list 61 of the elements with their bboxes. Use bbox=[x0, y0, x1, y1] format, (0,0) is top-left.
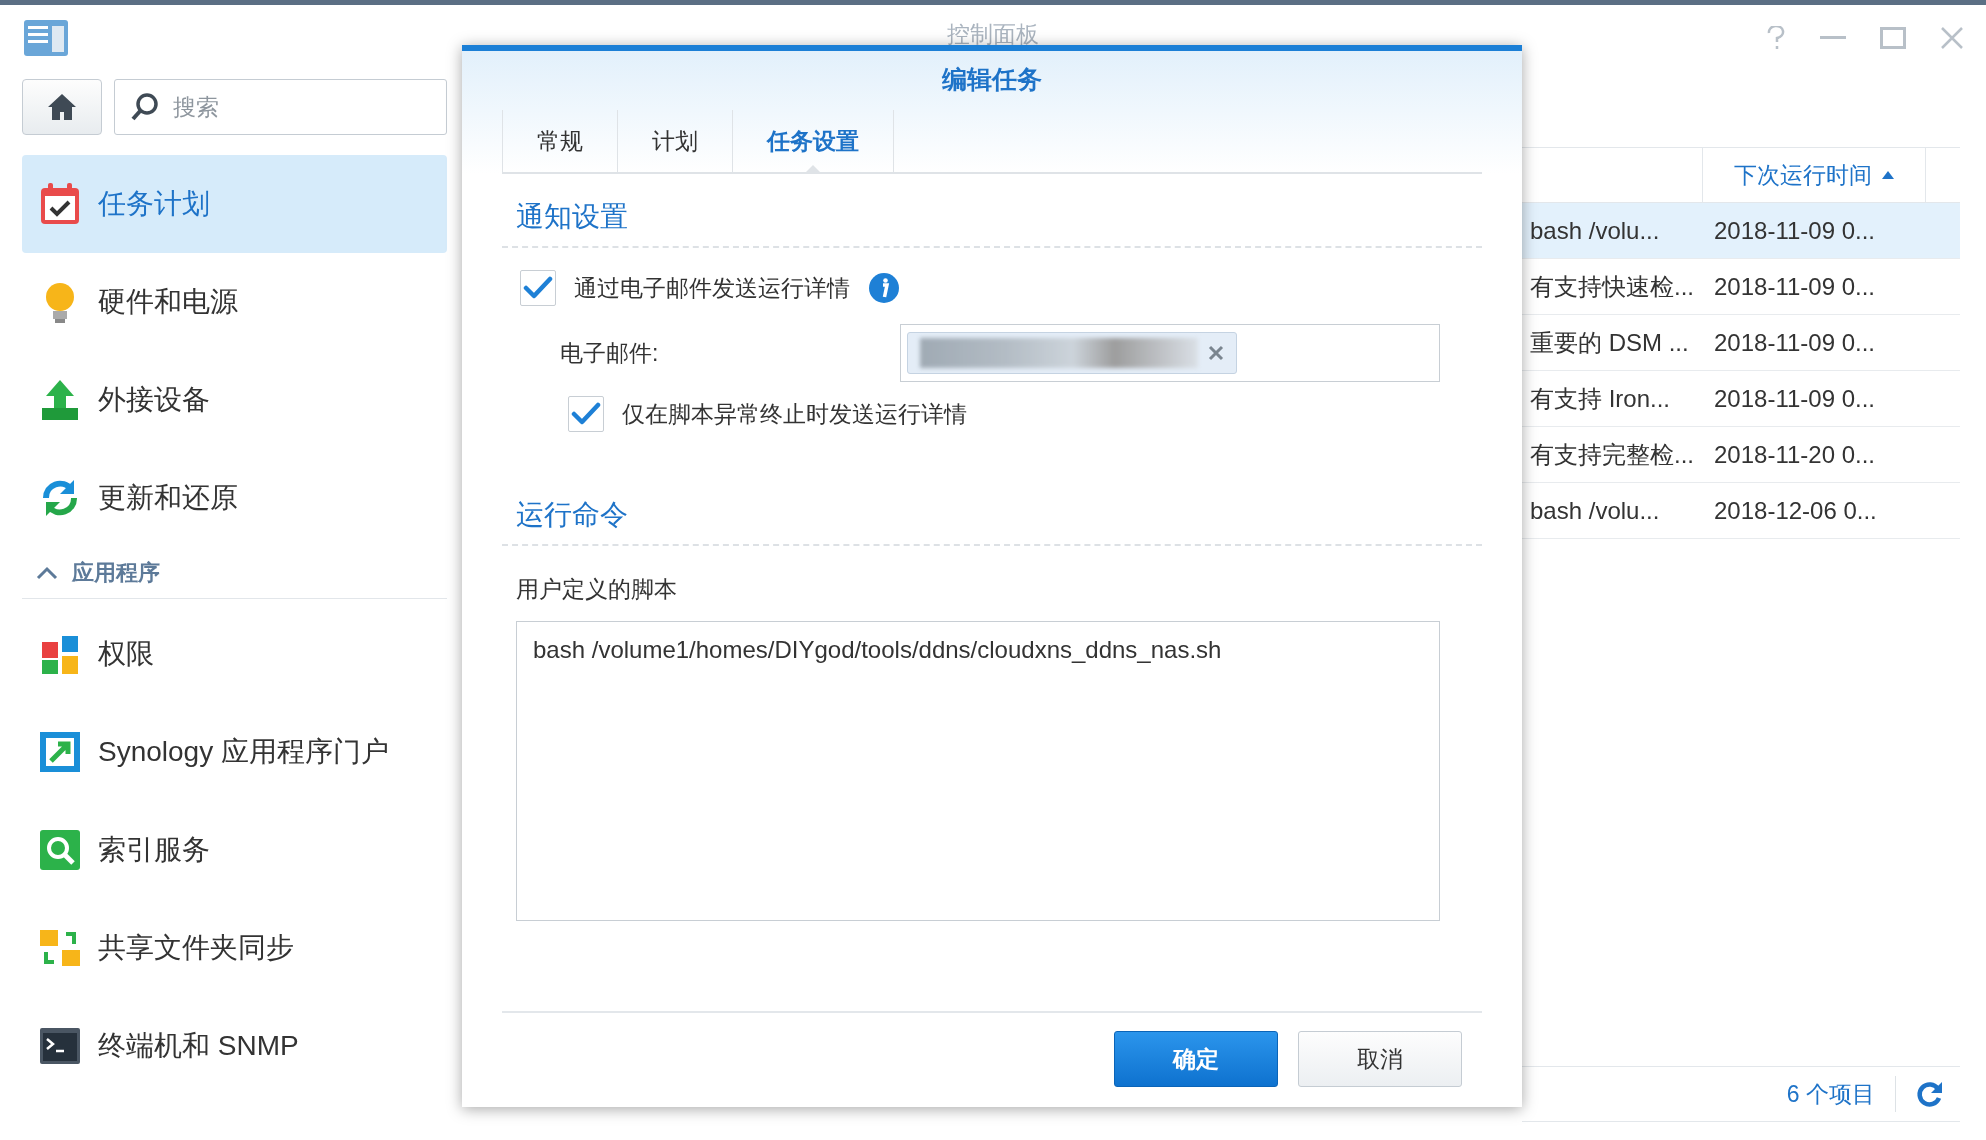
checkbox-label: 仅在脚本异常终止时发送运行详情 bbox=[622, 399, 967, 429]
table-cell-text: 2018-11-09 0... bbox=[1713, 384, 1876, 413]
close-icon[interactable] bbox=[1940, 26, 1964, 50]
home-icon bbox=[46, 92, 78, 122]
table-cell-text: 2018-11-09 0... bbox=[1713, 216, 1876, 245]
remove-icon[interactable] bbox=[1208, 345, 1224, 361]
tab[interactable]: 常规 bbox=[502, 110, 617, 172]
cancel-button[interactable]: 取消 bbox=[1298, 1031, 1462, 1087]
maximize-icon[interactable] bbox=[1880, 27, 1906, 49]
section-title: 通知设置 bbox=[502, 174, 1482, 248]
sidebar-item[interactable]: 终端机和 SNMP bbox=[22, 997, 447, 1095]
column-header[interactable]: 下次运行时间 bbox=[1702, 148, 1926, 202]
tab[interactable]: 任务设置 bbox=[732, 110, 894, 172]
email-field[interactable] bbox=[900, 324, 1440, 382]
field-label: 用户定义的脚本 bbox=[515, 575, 678, 604]
sidebar-item[interactable]: 更新和还原 bbox=[22, 449, 447, 547]
search-field[interactable]: 搜索 bbox=[114, 79, 447, 135]
sidebar-item[interactable]: 任务计划 bbox=[22, 155, 447, 253]
window-title: 控制面板 bbox=[947, 20, 1039, 49]
home-button[interactable] bbox=[22, 79, 102, 135]
checkmark-icon bbox=[523, 276, 553, 300]
email-chip[interactable] bbox=[907, 332, 1237, 374]
confirm-button[interactable]: 确定 bbox=[1114, 1031, 1278, 1087]
sidebar-item[interactable]: 硬件和电源 bbox=[22, 253, 447, 351]
checkbox[interactable] bbox=[520, 270, 556, 306]
minimize-icon[interactable] bbox=[1820, 36, 1846, 40]
table-cell-text: 2018-11-09 0... bbox=[1713, 328, 1876, 357]
sidebar-item[interactable]: 权限 bbox=[22, 605, 447, 703]
item-count: 6 个项目 bbox=[1786, 1079, 1875, 1109]
checkbox[interactable] bbox=[568, 396, 604, 432]
tab[interactable]: 计划 bbox=[617, 110, 732, 172]
calendar-check-icon bbox=[38, 182, 82, 226]
chevron-icon bbox=[36, 565, 58, 580]
refresh-icon[interactable] bbox=[1916, 1080, 1944, 1108]
app-icon bbox=[22, 18, 70, 58]
section-header[interactable]: 应用程序 bbox=[22, 547, 447, 599]
table-row[interactable]: bash /volu... 2018-11-09 0... bbox=[1522, 203, 1960, 259]
section-title: 运行命令 bbox=[502, 472, 1482, 546]
checkbox-label: 通过电子邮件发送运行详情 bbox=[574, 273, 850, 303]
sidebar-item[interactable]: 索引服务 bbox=[22, 801, 447, 899]
table-cell-text: bash /volu... bbox=[1529, 216, 1661, 245]
search-icon bbox=[130, 92, 160, 122]
app-portal-icon bbox=[38, 730, 82, 774]
table-cell-text: 2018-11-09 0... bbox=[1713, 272, 1876, 301]
table-cell-text: 有支持快速检... bbox=[1529, 271, 1695, 302]
table-cell-text: 2018-11-20 0... bbox=[1713, 440, 1876, 469]
table-cell-text: bash /volu... bbox=[1529, 496, 1661, 525]
table-cell-text: 重要的 DSM ... bbox=[1529, 327, 1690, 358]
sidebar-item[interactable]: 外接设备 bbox=[22, 351, 447, 449]
sidebar-item[interactable]: Synology 应用程序门户 bbox=[22, 703, 447, 801]
search-magnifier-icon bbox=[38, 828, 82, 872]
table-cell-text: 有支持 Iron... bbox=[1529, 383, 1672, 414]
dialog-title: 编辑任务 bbox=[942, 64, 1042, 95]
field-label: 电子邮件: bbox=[560, 338, 659, 368]
info-icon[interactable] bbox=[868, 272, 900, 304]
sidebar-item[interactable]: 共享文件夹同步 bbox=[22, 899, 447, 997]
script-textarea[interactable]: bash /volume1/homes/DIYgod/tools/ddns/cloudxns_ddns_nas.sh bbox=[516, 621, 1440, 921]
table-cell-text: 2018-12-06 0... bbox=[1713, 496, 1878, 525]
table-cell-text: 有支持完整检... bbox=[1529, 439, 1695, 470]
help-icon[interactable] bbox=[1766, 26, 1786, 50]
checkmark-icon bbox=[571, 402, 601, 426]
